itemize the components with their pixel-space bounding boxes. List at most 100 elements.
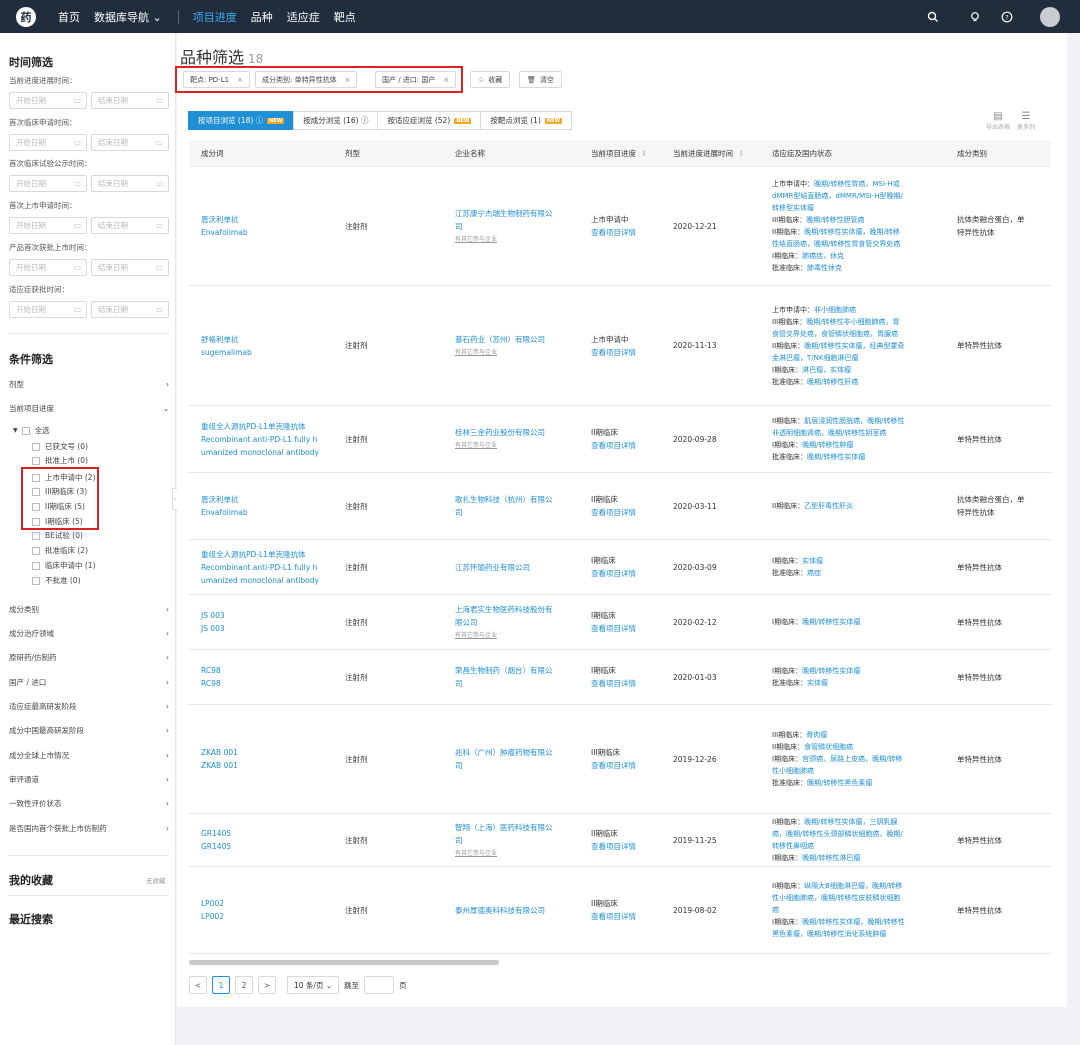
cell-indication[interactable]: III期临床：骨肉瘤 II期临床：食管鳞状细胞癌 I期临床：宫颈癌，尿路上皮癌，晚期… <box>772 705 952 813</box>
project-detail-link[interactable]: 查看项目详情 <box>591 759 636 772</box>
end-date-input[interactable]: 结束日期 ▭ <box>91 175 169 192</box>
nav-home[interactable]: 首页 <box>58 9 80 25</box>
tab-by-project[interactable]: 按项目浏览 (18) ⓘ NEW <box>188 111 295 130</box>
project-detail-link[interactable]: 查看项目详情 <box>591 840 636 853</box>
component-name[interactable]: RC98 <box>201 677 221 690</box>
checkbox[interactable] <box>32 531 40 540</box>
indication-link[interactable]: 食管鳞状细胞癌 <box>804 743 853 751</box>
tree-item[interactable]: 已获文号 (0) <box>32 441 88 452</box>
cell-indication[interactable]: II期临床：肌层浸润性膀胱癌，晚期/转移性 非透明细胞肾癌，晚期/转移性阴茎癌 I期… <box>772 406 952 472</box>
indication-link[interactable]: 晚期/转移性实体瘤 <box>802 667 860 675</box>
indication-link[interactable]: 肺毒性休克 <box>807 264 842 272</box>
next-page-button[interactable]: > <box>258 976 276 994</box>
indication-link[interactable]: 性小细胞肺癌，晚期/转移性皮肤鳞状细胞 <box>772 894 900 902</box>
company-name[interactable]: 司 <box>455 759 553 772</box>
logo-icon[interactable]: 药 <box>16 6 36 27</box>
checkbox[interactable] <box>32 561 40 570</box>
tree-item[interactable]: 不批准 (0) <box>32 575 81 586</box>
start-date-input[interactable]: 开始日期 ▭ <box>9 134 87 151</box>
company-name[interactable]: 上海君实生物医药科技股份有 <box>455 603 553 616</box>
indication-link[interactable]: 晚期/转移性肝癌 <box>807 378 858 386</box>
cell-stage[interactable]: I期临床 查看项目详情 <box>591 595 671 649</box>
start-date-input[interactable]: 开始日期 ▭ <box>9 217 87 234</box>
export-button[interactable]: ▤ 导出表格 <box>985 111 1011 131</box>
cell-stage[interactable]: II期临床 查看项目详情 <box>591 867 671 953</box>
other-companies-link[interactable]: 有其它参与企业 <box>455 847 553 860</box>
start-date-input[interactable]: 开始日期 ▭ <box>9 175 87 192</box>
project-detail-link[interactable]: 查看项目详情 <box>591 226 636 239</box>
indication-link[interactable]: 癌 <box>772 906 779 914</box>
filter-item[interactable]: 适应症最高研发阶段 › <box>9 700 169 712</box>
indication-link[interactable]: 晚期/转移性淋巴瘤 <box>802 854 860 862</box>
cell-component[interactable]: RC98 RC98 <box>201 650 341 704</box>
cell-component[interactable]: JS 003 JS 003 <box>201 595 341 649</box>
component-name[interactable]: LP002 <box>201 910 224 923</box>
project-detail-link[interactable]: 查看项目详情 <box>591 622 636 635</box>
indication-link[interactable]: 肺癌症，休克 <box>802 252 844 260</box>
avatar[interactable] <box>1040 6 1060 27</box>
filter-dosage[interactable]: 剂型 › <box>9 378 169 390</box>
indication-link[interactable]: 乙型肝毒性肝炎 <box>804 502 853 510</box>
filter-item[interactable]: 原研药/仿制药 › <box>9 651 169 663</box>
component-name[interactable]: Recombinant anti-PD-L1 fully h <box>201 433 319 446</box>
cell-indication[interactable]: II期临床：乙型肝毒性肝炎 <box>772 473 952 539</box>
table-row[interactable]: 重组全人源抗PD-L1单克隆抗体 Recombinant anti-PD-L1 f… <box>189 540 1051 595</box>
horizontal-scrollbar[interactable] <box>189 960 499 965</box>
company-name[interactable]: 司 <box>455 220 553 233</box>
cell-indication[interactable]: 上市申请中：非小细胞肺癌 III期临床：晚期/转移性非小细胞肺癌，胃 食管交界处癌，… <box>772 286 952 405</box>
cell-component[interactable]: 舒格利单抗 sugemalimab <box>201 286 341 405</box>
cell-stage[interactable]: II期临床 查看项目详情 <box>591 406 671 472</box>
cell-indication[interactable]: I期临床：实体瘤 批准临床：癌症 <box>772 540 952 594</box>
company-name[interactable]: 江苏怀瑜药业有限公司 <box>455 561 530 574</box>
project-detail-link[interactable]: 查看项目详情 <box>591 346 636 359</box>
indication-link[interactable]: 非透明细胞肾癌，晚期/转移性阴茎癌 <box>772 429 886 437</box>
filter-item[interactable]: 审评通道 › <box>9 773 169 785</box>
cell-indication[interactable]: I期临床：晚期/转移性实体瘤 <box>772 595 952 649</box>
table-row[interactable]: 恩沃利单抗 Envafolimab 注射剂 江苏康宁杰瑞生物制药有限公司有其它参与企业… <box>189 167 1051 286</box>
indication-link[interactable]: 非小细胞肺癌 <box>814 306 856 314</box>
table-row[interactable]: GR1405 GR1405 注射剂 智翔（上海）医药科技有限公司有其它参与企业 II期临… <box>189 814 1051 867</box>
indication-link[interactable]: 晚期/转移性实体瘤，经典型霍奇 <box>804 342 904 350</box>
tree-item[interactable]: 批准上市 (0) <box>32 455 88 466</box>
indication-link[interactable]: 晚期/转移性实体瘤 <box>807 453 865 461</box>
indication-link[interactable]: 转移型实体瘤 <box>772 204 814 212</box>
component-name[interactable]: sugemalimab <box>201 346 252 359</box>
search-icon[interactable] <box>926 10 940 24</box>
indication-link[interactable]: 淋巴瘤，实体瘤 <box>802 366 851 374</box>
filter-item[interactable]: 一致性评价状态 › <box>9 797 169 809</box>
company-name[interactable]: 歌礼生物科技（杭州）有限公 <box>455 493 553 506</box>
tab-by-target[interactable]: 按靶点浏览 (1) NEW <box>480 111 573 130</box>
cell-company[interactable]: 荣昌生物制药（烟台）有限公司 <box>455 650 585 704</box>
company-name[interactable]: 限公司 <box>455 616 553 629</box>
component-name[interactable]: ZKAB 001 <box>201 759 238 772</box>
cell-component[interactable]: 恩沃利单抗 Envafolimab <box>201 167 341 285</box>
company-name[interactable]: 桂林三金药业股份有限公司 <box>455 426 545 439</box>
prev-page-button[interactable]: < <box>189 976 207 994</box>
company-name[interactable]: 兆科（广州）肿瘤药物有限公 <box>455 746 553 759</box>
end-date-input[interactable]: 结束日期 ▭ <box>91 301 169 318</box>
cell-company[interactable]: 江苏怀瑜药业有限公司 <box>455 540 585 594</box>
component-name[interactable]: umanized monoclonal antibody <box>201 574 319 587</box>
filter-item[interactable]: 成分治疗领域 › <box>9 627 169 639</box>
col-header-sortable[interactable]: 当前项目进度 ⇕ <box>591 140 647 167</box>
col-header-sortable[interactable]: 当前进度进展时间 ⇕ <box>673 140 744 167</box>
indication-link[interactable]: 晚期/转移性非小细胞肺癌，胃 <box>806 318 899 326</box>
table-row[interactable]: JS 003 JS 003 注射剂 上海君实生物医药科技股份有 限公司 有其它参与企业 I期… <box>189 595 1051 650</box>
cell-component[interactable]: 恩沃利单抗 Envafolimab <box>201 473 341 539</box>
component-name[interactable]: GR1405 <box>201 840 231 853</box>
tab-by-component[interactable]: 按成分浏览 (16) ⓘ <box>293 111 379 130</box>
tree-select-all[interactable]: ▼ 全选 <box>13 425 50 436</box>
tree-item[interactable]: 批准临床 (2) <box>32 545 88 556</box>
company-name[interactable]: 江苏康宁杰瑞生物制药有限公 <box>455 207 553 220</box>
more-columns-button[interactable]: ☰ 更多列 <box>1013 111 1039 131</box>
company-name[interactable]: 智翔（上海）医药科技有限公 <box>455 821 553 834</box>
indication-link[interactable]: 晚期/转移性实体瘤，三阴乳腺 <box>804 818 897 826</box>
indication-link[interactable]: 晚期/转移性实体瘤，晚期/转移性 <box>802 918 905 926</box>
component-name[interactable]: Recombinant anti-PD-L1 fully h <box>201 561 319 574</box>
end-date-input[interactable]: 结束日期 ▭ <box>91 92 169 109</box>
cell-component[interactable]: 重组全人源抗PD-L1单克隆抗体 Recombinant anti-PD-L1 f… <box>201 540 341 594</box>
cell-stage[interactable]: 上市申请中 查看项目详情 <box>591 167 671 285</box>
end-date-input[interactable]: 结束日期 ▭ <box>91 217 169 234</box>
checkbox[interactable] <box>32 546 40 555</box>
cell-company[interactable]: 桂林三金药业股份有限公司 有其它参与企业 <box>455 406 585 472</box>
